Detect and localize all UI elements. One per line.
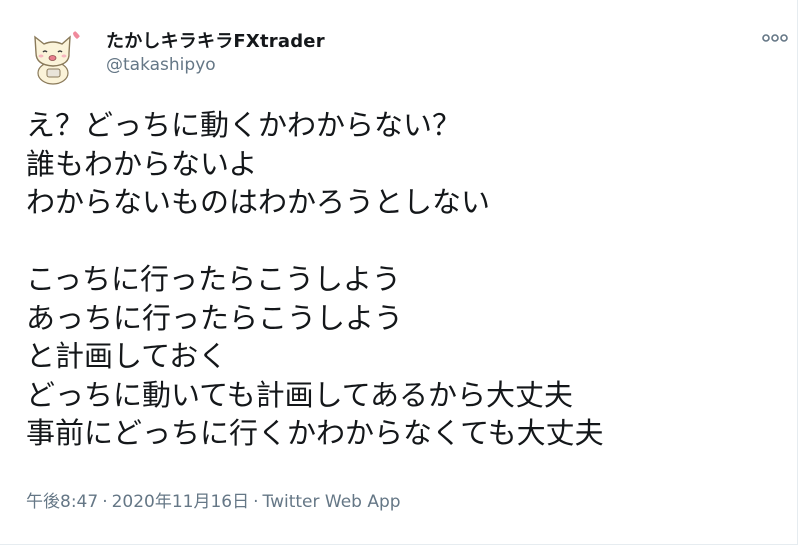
tweet-card: たかしキラキラFXtrader @takashipyo え？どっちに動くかわから… xyxy=(0,0,798,545)
meta-separator: · xyxy=(102,492,108,512)
meta-separator: · xyxy=(253,492,259,512)
tweet-date[interactable]: 2020年11月16日 xyxy=(112,492,250,512)
author-display-name[interactable]: たかしキラキラFXtrader xyxy=(106,27,325,53)
tweet-text: え？どっちに動くかわからない？ 誰もわからないよ わからないものはわかろうとしな… xyxy=(26,108,604,450)
more-dots-icon[interactable] xyxy=(760,26,792,50)
tweet-source[interactable]: Twitter Web App xyxy=(263,492,401,512)
tweet-time[interactable]: 午後8:47 xyxy=(26,492,98,512)
cat-avatar-icon[interactable] xyxy=(22,23,86,87)
tweet-meta: 午後8:47 · 2020年11月16日 · Twitter Web App xyxy=(26,487,401,512)
author-username[interactable]: @takashipyo xyxy=(106,55,216,75)
